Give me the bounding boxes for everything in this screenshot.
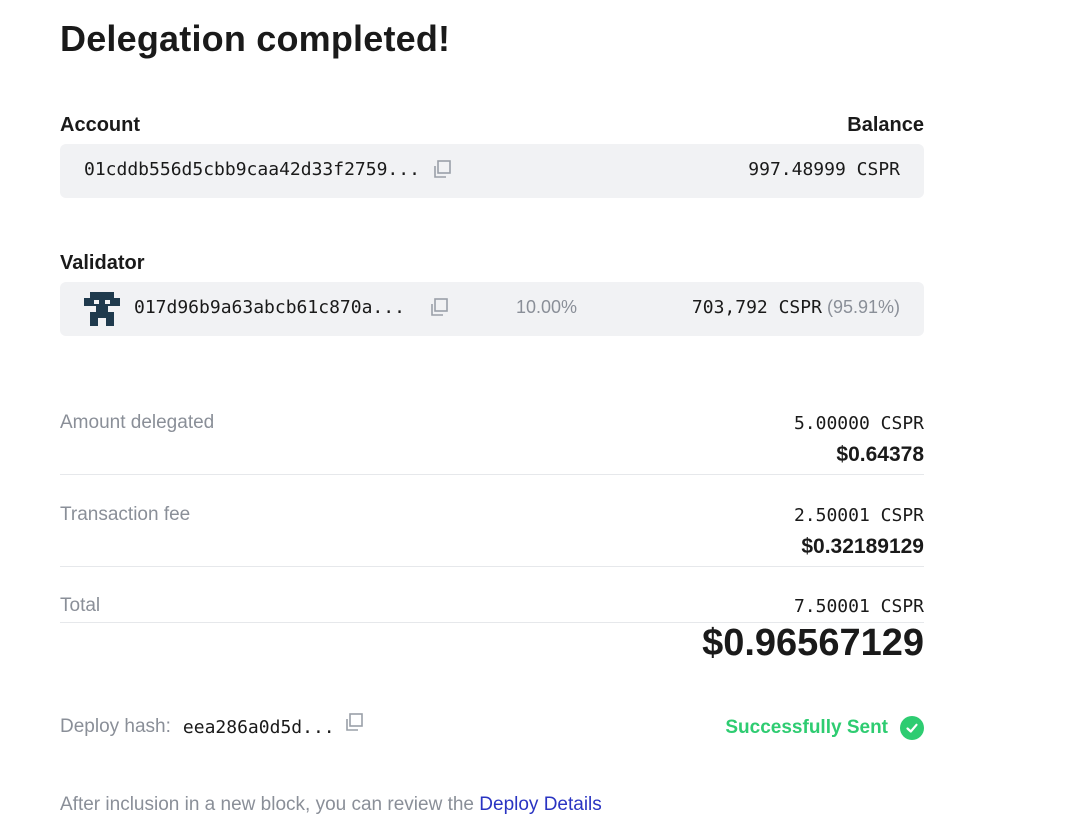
validator-avatar-icon [84,292,120,326]
validator-address: 017d96b9a63abcb61c870a... [134,297,405,318]
page-title: Delegation completed! [60,18,451,59]
total-cspr: 7.50001 CSPR [793,596,924,617]
total-usd: $0.96567129 [702,622,924,664]
deploy-hash-value: eea286a0d5d... [182,716,335,738]
transaction-fee-cspr: 2.50001 CSPR [793,505,924,526]
account-box: 01cddb556d5cbb9caa42d33f2759... 997.4899… [60,144,924,198]
validator-fee: 10.00% [516,297,578,317]
copy-icon[interactable] [343,712,365,734]
transaction-fee-usd: $0.32189129 [801,535,924,558]
footer-note: After inclusion in a new block, you can … [60,794,602,816]
divider [60,474,924,475]
account-address: 01cddb556d5cbb9caa42d33f2759... [84,159,420,180]
footer-text: After inclusion in a new block, you can … [60,794,480,815]
deploy-details-link[interactable]: Deploy Details [479,794,602,815]
deploy-hash-row: Deploy hash: eea286a0d5d... [60,713,365,738]
account-balance: 997.48999 CSPR [748,159,900,180]
status-text: Successfully Sent [725,717,888,738]
total-label: Total [60,595,101,616]
check-circle-icon [900,716,924,740]
deploy-status: Successfully Sent [725,716,924,740]
copy-icon[interactable] [431,159,453,181]
amount-delegated-cspr: 5.00000 CSPR [793,413,924,434]
account-label: Account [60,114,140,136]
copy-icon[interactable] [428,297,450,319]
amount-delegated-usd: $0.64378 [836,443,924,466]
validator-box: 017d96b9a63abcb61c870a... 10.00% 703,792… [60,282,924,336]
transaction-fee-label: Transaction fee [60,504,191,525]
divider [60,566,924,567]
validator-stake-percent: (95.91%) [826,297,900,317]
validator-stake: 703,792 CSPR [691,297,822,318]
amount-delegated-label: Amount delegated [60,412,215,433]
delegation-result-page: Delegation completed! Account Balance 01… [60,0,924,840]
deploy-hash-label: Deploy hash: [60,716,171,737]
validator-label: Validator [60,252,145,274]
balance-label: Balance [847,114,924,136]
